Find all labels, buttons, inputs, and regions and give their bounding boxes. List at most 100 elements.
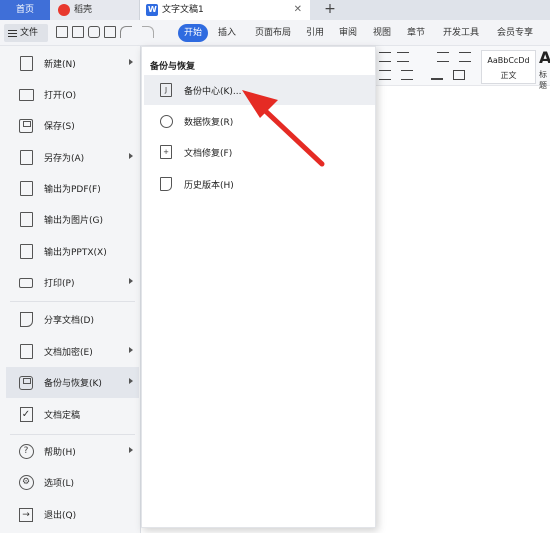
menu-item-backup-restore[interactable]: 备份与恢复(K) [6,367,139,398]
tab-home-label: 首页 [15,5,34,15]
menu-item-export-pptx-label: 输出为PPTX(X) [44,248,107,258]
paragraph-align-icon[interactable] [379,70,391,80]
tab-daoke-label: 稻壳 [74,5,93,15]
menu-item-help-label: 帮助(H) [44,448,76,458]
menu-item-print[interactable]: 打印(P) [6,267,139,298]
submenu-title: 备份与恢复 [150,62,196,72]
menu-item-finalize[interactable]: ✓ 文档定稿 [6,399,139,430]
menu-item-export-pdf[interactable]: 输出为PDF(F) [6,173,139,204]
printer-icon [16,273,36,293]
file-menu-button[interactable]: 文件 [4,24,48,42]
tab-start[interactable]: 开始 [178,24,209,42]
backup-icon [16,373,36,393]
tab-developer[interactable]: 开发工具 [443,24,479,42]
tab-chapter[interactable]: 章节 [407,24,425,42]
preview-quick-icon[interactable] [104,26,116,38]
menu-item-save[interactable]: 保存(S) [6,110,139,141]
style-normal-preset[interactable]: AaBbCcDd 正文 [481,50,536,84]
style-heading-sample[interactable]: Aa [539,48,550,67]
border-icon[interactable] [453,70,465,80]
submenu-item-history-version-label: 历史版本(H) [184,180,234,191]
save-icon [16,116,36,136]
lock-doc-icon [16,342,36,362]
export-quick-icon[interactable] [72,26,84,38]
backup-center-icon: J [158,82,174,98]
menu-item-open-label: 打开(O) [44,91,77,101]
tab-daoke[interactable]: 稻壳 [50,0,140,20]
submenu-item-history-version[interactable]: 历史版本(H) [144,169,375,199]
writer-doc-icon [146,0,158,20]
sort-icon[interactable] [437,52,449,62]
tab-review[interactable]: 审阅 [339,24,357,42]
tab-home[interactable]: 首页 [0,0,50,20]
menu-item-finalize-label: 文档定稿 [44,411,81,421]
menu-item-exit[interactable]: → 退出(Q) [6,499,139,530]
style-normal-sample: AaBbCcDd [487,56,530,65]
align-icon[interactable] [379,52,391,62]
submenu-item-data-restore-label: 数据恢复(R) [184,117,234,128]
menu-item-export-pptx[interactable]: 输出为PPTX(X) [6,236,139,267]
menu-item-exit-label: 退出(Q) [44,511,77,521]
tab-view[interactable]: 视图 [373,24,391,42]
tab-references[interactable]: 引用 [306,24,324,42]
menu-item-help[interactable]: ? 帮助(H) [6,436,139,467]
submenu-item-backup-center[interactable]: J 备份中心(K)... [144,75,375,105]
submenu-item-doc-repair[interactable]: + 文档修复(F) [144,137,375,167]
daoke-logo-icon [58,4,70,16]
style-normal-label: 正文 [500,71,517,80]
new-doc-icon [16,54,36,74]
pdf-icon [16,179,36,199]
menu-item-share[interactable]: 分享文档(D) [6,304,139,335]
tab-document-label: 文字文稿1 [162,5,204,15]
redo-icon[interactable] [142,26,154,38]
data-restore-icon [158,113,174,129]
menu-item-print-label: 打印(P) [44,279,75,289]
undo-icon[interactable] [120,26,132,38]
print-quick-icon[interactable] [88,26,100,38]
formatting-toolbar: AaBbCcDd 正文 Aa 标题 [375,46,550,90]
style-heading-label: 标题 [539,70,547,90]
tab-insert[interactable]: 插入 [218,24,236,42]
tab-bar: 首页 稻壳 文字文稿1 ✕ + [0,0,550,20]
text-direction-icon[interactable] [419,52,431,62]
menu-divider [10,434,135,435]
submenu-item-data-restore[interactable]: 数据恢复(R) [144,106,375,136]
menu-item-open[interactable]: 打开(O) [6,79,139,110]
doc-repair-icon: + [158,144,174,160]
open-folder-icon [16,85,36,105]
chevron-right-icon [129,278,133,284]
menu-item-save-as[interactable]: 另存为(A) [6,142,139,173]
chevron-right-icon [129,347,133,353]
menu-item-encrypt-label: 文档加密(E) [44,348,93,358]
tab-page-layout[interactable]: 页面布局 [255,24,291,42]
menu-item-new-label: 新建(N) [44,60,76,70]
menu-item-options[interactable]: ⚙ 选项(L) [6,467,139,498]
new-tab-button[interactable]: + [320,0,340,20]
close-tab-icon[interactable]: ✕ [294,0,302,20]
tab-member[interactable]: 会员专享 [497,24,533,42]
exit-icon: → [16,505,36,525]
chevron-right-icon [129,153,133,159]
more-quick-icon[interactable] [160,26,172,38]
submenu-item-doc-repair-label: 文档修复(F) [184,148,233,159]
save-quick-icon[interactable] [56,26,68,38]
tab-document[interactable]: 文字文稿1 ✕ [140,0,310,20]
menu-item-save-label: 保存(S) [44,122,75,132]
menu-item-encrypt[interactable]: 文档加密(E) [6,336,139,367]
line-spacing-icon[interactable] [397,52,409,62]
menu-item-export-image[interactable]: 输出为图片(G) [6,204,139,235]
backup-restore-submenu: 备份与恢复 J 备份中心(K)... 数据恢复(R) + 文档修复(F) 历史版… [141,46,376,528]
file-menu-panel: 新建(N) 打开(O) 保存(S) 另存为(A) 输出为PDF(F) 输出为图片… [0,46,141,533]
menu-item-export-pdf-label: 输出为PDF(F) [44,185,101,195]
menu-item-export-image-label: 输出为图片(G) [44,216,103,226]
indent-icon[interactable] [401,70,413,80]
menu-item-new[interactable]: 新建(N) [6,48,139,79]
menu-item-save-as-label: 另存为(A) [44,154,85,164]
show-marks-icon[interactable] [459,52,471,62]
shading-icon[interactable] [431,70,443,80]
help-icon: ? [16,442,36,462]
hamburger-icon [8,29,17,37]
save-as-icon [16,148,36,168]
menu-divider [10,301,135,302]
gear-icon: ⚙ [16,473,36,493]
